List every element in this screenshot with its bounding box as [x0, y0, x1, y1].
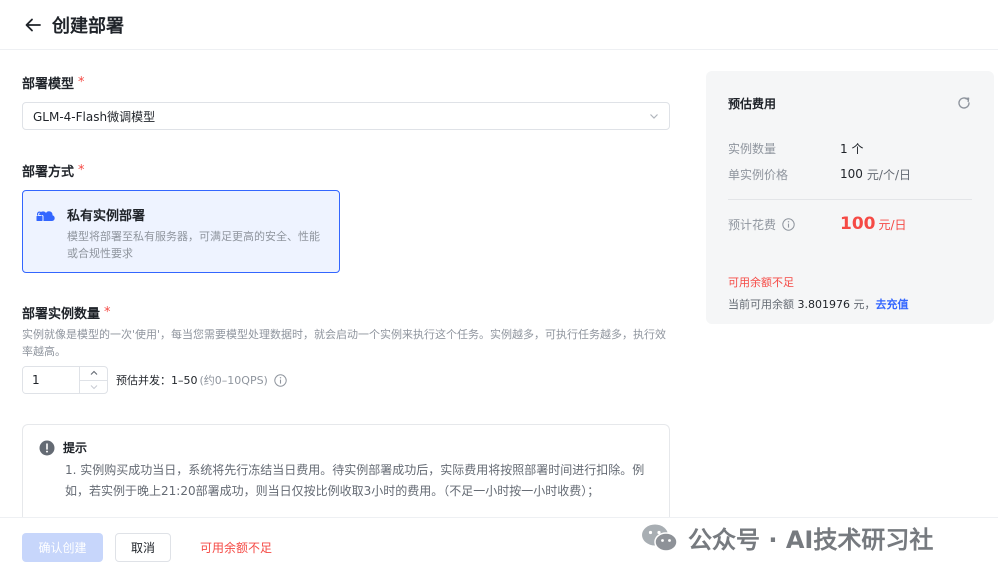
deploy-option-desc: 模型将部署至私有服务器，可满足更高的安全、性能或合规性要求	[67, 230, 320, 260]
estimate-value: 100	[840, 214, 876, 234]
info-icon[interactable]	[274, 373, 287, 387]
model-select-value: GLM-4-Flash微调模型	[33, 109, 156, 124]
quantity-row: 预估并发：1–50 (约0–10QPS)	[22, 366, 670, 394]
model-select[interactable]: GLM-4-Flash微调模型	[22, 102, 670, 130]
deploy-option-title: 私有实例部署	[67, 209, 146, 224]
cost-title: 预估费用	[728, 96, 777, 111]
quantity-label: 部署实例数量 *	[22, 305, 111, 322]
exclamation-icon	[39, 440, 55, 455]
tip-box: 提示 1. 实例购买成功当日，系统将先行冻结当日费用。待实例部署成功后，实际费用…	[22, 424, 670, 530]
quantity-stepper	[22, 366, 108, 394]
page-header: 创建部署	[0, 0, 998, 50]
private-deploy-option[interactable]: 私有实例部署 模型将部署至私有服务器，可满足更高的安全、性能或合规性要求	[22, 190, 340, 273]
cancel-button[interactable]: 取消	[115, 532, 171, 562]
cost-panel: 预估费用 实例数量 1 个 单实例价格 100 元/个/日 预计花费 100 元…	[706, 71, 994, 324]
chevron-down-icon	[90, 384, 97, 390]
stepper-buttons	[79, 367, 107, 393]
chevron-up-icon	[90, 370, 97, 376]
info-icon[interactable]	[782, 217, 795, 231]
back-arrow-icon[interactable]	[22, 14, 44, 36]
tip-header: 提示	[39, 439, 653, 456]
model-label: 部署模型 *	[22, 75, 85, 92]
watermark: 公众号 · AI技术研习社	[640, 520, 933, 555]
wechat-icon	[642, 524, 678, 552]
method-label: 部署方式 *	[22, 163, 85, 180]
deploy-form: 部署模型 * GLM-4-Flash微调模型 部署方式 * 私有实例部署 模型将部署…	[22, 50, 670, 530]
instance-count-row: 实例数量 1 个	[728, 141, 864, 156]
unit-price-row: 单实例价格 100 元/个/日	[728, 167, 911, 182]
refresh-icon[interactable]	[956, 95, 972, 111]
decrement-button[interactable]	[80, 379, 107, 394]
estimate-unit: 元/日	[878, 217, 907, 232]
insufficient-balance-text: 可用余额不足	[728, 276, 794, 289]
recharge-link[interactable]: 去充值	[876, 298, 909, 311]
confirm-create-button[interactable]: 确认创建	[22, 532, 103, 562]
increment-button[interactable]	[80, 367, 107, 380]
chevron-down-icon	[650, 114, 658, 119]
quantity-help-text: 实例就像是模型的一次'使用'，每当您需要模型处理数据时，就会启动一个实例来执行这…	[22, 328, 667, 358]
estimate-row: 预计花费 100 元/日	[728, 214, 907, 234]
footer-warning: 可用余额不足	[200, 540, 273, 555]
qps-estimate: 预估并发：1–50 (约0–10QPS)	[116, 372, 287, 388]
cloud-lock-icon	[35, 211, 55, 222]
quantity-input[interactable]	[23, 367, 79, 393]
page-title: 创建部署	[52, 15, 124, 37]
tip-text: 1. 实例购买成功当日，系统将先行冻结当日费用。待实例部署成功后，实际费用将按照…	[65, 463, 645, 498]
balance-text: 当前可用余额 3.801976 元，去充值	[728, 298, 909, 311]
cost-header: 预估费用	[728, 71, 972, 135]
